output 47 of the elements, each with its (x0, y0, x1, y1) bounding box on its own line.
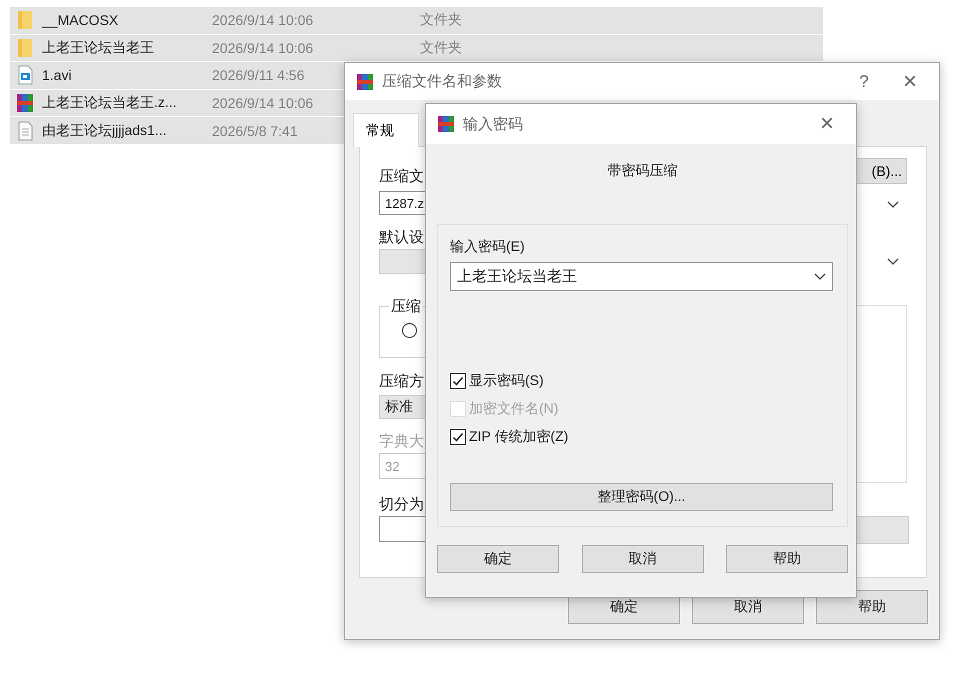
checkbox[interactable] (450, 429, 466, 445)
document-icon (16, 120, 34, 141)
dialog-button[interactable]: 确定 (437, 545, 559, 573)
file-row[interactable]: 上老王论坛当老王 2026/9/14 10:06 文件夹 (10, 34, 823, 62)
archive-icon (437, 115, 455, 133)
file-date: 2026/9/14 10:06 (212, 12, 314, 28)
window-title: 输入密码 (463, 114, 523, 134)
close-button[interactable]: × (804, 109, 850, 139)
file-row[interactable]: __MACOSX 2026/9/14 10:06 文件夹 (10, 7, 823, 34)
field-label: 压缩方 (379, 372, 424, 391)
dialog-button[interactable]: 取消 (582, 545, 704, 573)
close-button[interactable]: × (887, 66, 933, 96)
file-date: 2026/5/8 7:41 (212, 122, 298, 139)
group-label: 压缩 (389, 297, 423, 316)
file-date: 2026/9/14 10:06 (212, 40, 314, 56)
organize-passwords-button[interactable]: 整理密码(O)... (450, 483, 833, 511)
help-button[interactable]: ? (841, 66, 887, 96)
tab[interactable]: 常规 (353, 113, 419, 147)
folder-icon (16, 10, 34, 30)
file-name: 由老王论坛jjjjads1... (42, 122, 168, 140)
split-field[interactable] (379, 516, 427, 542)
dialog-heading: 带密码压缩 (606, 162, 678, 180)
archive-icon (16, 93, 34, 114)
field-label: 默认设 (379, 228, 424, 247)
checkbox-label[interactable]: 显示密码(S) (469, 372, 544, 390)
folder-icon (16, 38, 34, 58)
file-name: 上老王论坛当老王 (42, 38, 155, 57)
window-title: 压缩文件名和参数 (382, 72, 502, 91)
method-dropdown[interactable]: 标准 (379, 395, 427, 419)
file-name: 上老王论坛当老王.z... (42, 94, 178, 112)
password-field[interactable]: 上老王论坛当老王 (450, 262, 833, 291)
checkbox-label[interactable]: ZIP 传统加密(Z) (469, 428, 568, 446)
file-type: 文件夹 (420, 38, 462, 57)
dialog-button[interactable]: 帮助 (816, 590, 928, 624)
file-date: 2026/9/14 10:06 (212, 95, 314, 112)
field-label: 输入密码(E) (450, 238, 526, 256)
video-file-icon (16, 65, 34, 86)
archive-icon (356, 72, 374, 90)
dialog-button[interactable]: 帮助 (726, 545, 848, 573)
file-name: 1.avi (42, 67, 73, 84)
checkbox[interactable] (450, 373, 466, 389)
file-name: __MACOSX (42, 12, 120, 28)
field-label: 字典大 (379, 432, 424, 451)
file-date: 2026/9/11 4:56 (212, 67, 304, 84)
field-label: 压缩文 (379, 167, 424, 186)
field-label: 切分为 (379, 495, 424, 514)
file-type: 文件夹 (420, 11, 462, 30)
